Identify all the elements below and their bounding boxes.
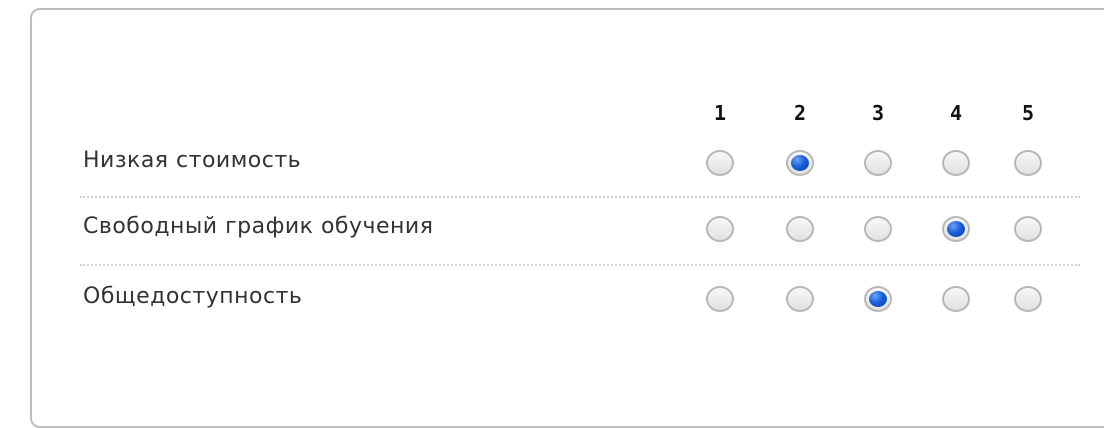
scale-label-2: 2	[793, 101, 807, 125]
row-label: Свободный график обучения	[83, 214, 434, 239]
rating-row-flexible-schedule: Свободный график обучения	[0, 200, 1104, 260]
rating-row-accessibility: Общедоступность	[0, 270, 1104, 330]
radio-1[interactable]	[706, 150, 734, 176]
radio-2[interactable]	[786, 150, 814, 176]
scale-label-3: 3	[871, 101, 885, 125]
radio-2[interactable]	[786, 216, 814, 242]
radio-3[interactable]	[864, 286, 892, 312]
scale-header: 1 2 3 4 5	[0, 101, 1104, 131]
scale-label-4: 4	[949, 101, 963, 125]
row-separator	[80, 196, 1080, 198]
row-label: Общедоступность	[83, 284, 303, 309]
radio-4[interactable]	[942, 150, 970, 176]
row-separator	[80, 264, 1080, 266]
radio-3[interactable]	[864, 150, 892, 176]
radio-5[interactable]	[1014, 150, 1042, 176]
radio-1[interactable]	[706, 286, 734, 312]
radio-5[interactable]	[1014, 286, 1042, 312]
row-label: Низкая стоимость	[83, 148, 302, 173]
radio-4[interactable]	[942, 216, 970, 242]
radio-1[interactable]	[706, 216, 734, 242]
radio-3[interactable]	[864, 216, 892, 242]
scale-label-1: 1	[713, 101, 727, 125]
radio-2[interactable]	[786, 286, 814, 312]
scale-label-5: 5	[1021, 101, 1035, 125]
radio-5[interactable]	[1014, 216, 1042, 242]
rating-row-low-cost: Низкая стоимость	[0, 134, 1104, 194]
radio-4[interactable]	[942, 286, 970, 312]
